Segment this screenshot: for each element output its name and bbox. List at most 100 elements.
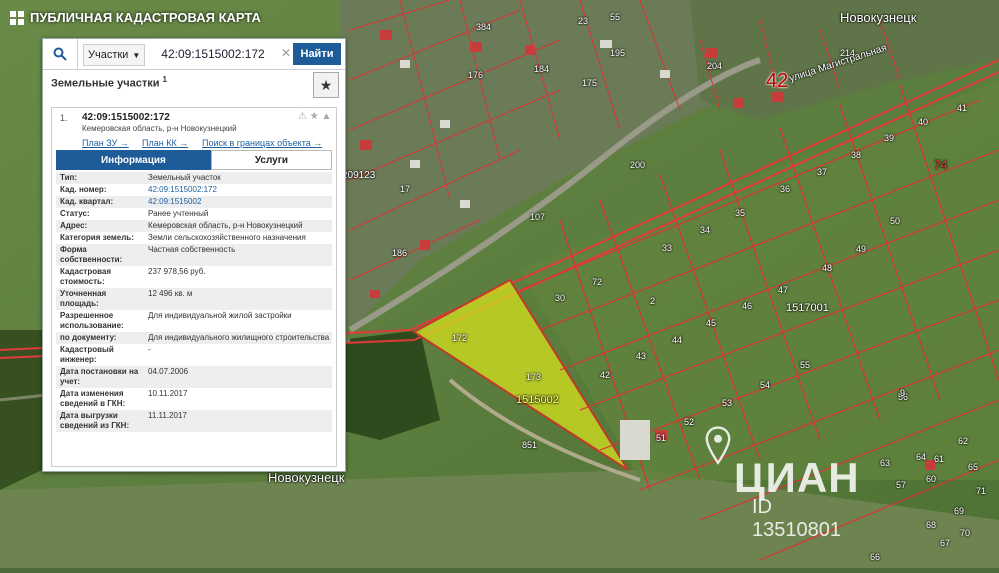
prop-value: Для индивидуальной жилой застройки	[148, 311, 292, 320]
prop-value[interactable]: 42:09:1515002:172	[144, 185, 332, 195]
parcel-label: 33	[662, 243, 673, 253]
properties-table: Тип: Земельный участок Кад. номер: 42:09:1…	[56, 172, 332, 432]
link-search-bounds[interactable]: Поиск в границах объекта →	[202, 138, 322, 148]
link-plan-kk[interactable]: План КК →	[142, 138, 188, 148]
parcel-label: 17	[400, 184, 411, 194]
item-number: 1.	[60, 113, 68, 123]
warning-icon[interactable]: ⚠	[298, 111, 307, 122]
parcel-label: 195	[610, 48, 626, 58]
parcel-label: 46	[742, 301, 753, 311]
prop-row: Кад. номер: 42:09:1515002:172	[56, 184, 332, 196]
prop-value: Земельный участок	[148, 173, 221, 182]
prop-key: Уточненная площадь:	[60, 289, 107, 308]
prop-row: Кадастровый инженер: -	[56, 344, 332, 366]
parcel-label: 74	[934, 158, 948, 172]
parcel-label: 851	[522, 440, 538, 450]
parcel-label: 172	[452, 333, 468, 343]
parcel-label: 214	[840, 48, 856, 58]
prop-row: Уточненная площадь: 12 496 кв. м	[56, 288, 332, 310]
prop-key: по документу:	[60, 333, 117, 342]
prop-row: Форма собственности: Частная собственност…	[56, 244, 332, 266]
parcel-label: 39	[884, 133, 895, 143]
parcel-label: 204	[707, 61, 723, 71]
close-icon[interactable]: ✕	[281, 46, 291, 60]
city-label-bottom: Новокузнецк	[268, 470, 345, 485]
prop-key: Дата постановки на учет:	[60, 367, 139, 386]
parcel-label: 23	[578, 16, 589, 26]
star-icon[interactable]: ★	[310, 111, 319, 122]
city-label-top: Новокузнецк	[840, 10, 917, 25]
search-type-label: Участки	[88, 49, 129, 61]
block-label-1515002: 1515002	[516, 394, 559, 406]
parcel-label: 42	[600, 370, 611, 380]
prop-row: по документу: Для индивидуального жилищно…	[56, 332, 332, 344]
prop-key: Дата изменения сведений в ГКН:	[60, 389, 126, 408]
item-icons: ⚠ ★ ▲	[298, 111, 331, 122]
watermark-id: ID 13510801	[752, 496, 841, 541]
section-title-text: Земельные участки	[51, 77, 160, 90]
search-input[interactable]: 42:09:1515002:172	[143, 43, 283, 65]
parcel-label: 64	[916, 452, 927, 462]
item-title[interactable]: 42:09:1515002:172	[82, 112, 170, 123]
favorite-button[interactable]: ★	[313, 72, 339, 98]
prop-row: Адрес: Кемеровская область, р-н Новокузне…	[56, 220, 332, 232]
parcel-label: 67	[940, 538, 951, 548]
search-type-select[interactable]: Участки ▼	[83, 44, 146, 66]
parcel-label: 36	[780, 184, 791, 194]
parcel-label: 44	[672, 335, 683, 345]
parcel-label: 40	[918, 117, 929, 127]
prop-value[interactable]: 42:09:1515002	[144, 197, 332, 207]
grid-icon	[10, 10, 24, 25]
parcel-label: 68	[926, 520, 937, 530]
parcel-label: 184	[534, 64, 550, 74]
link-plan-zu[interactable]: План ЗУ →	[82, 138, 129, 148]
parcel-label: 66	[870, 552, 881, 562]
parcel-label: 186	[392, 248, 408, 258]
chevron-up-icon[interactable]: ▲	[322, 111, 332, 122]
info-panel: Участки ▼ 42:09:1515002:172 ✕ Найти Земе…	[42, 38, 346, 472]
prop-row: Категория земель: Земли сельскохозяйствен…	[56, 232, 332, 244]
prop-value: Кемеровская область, р-н Новокузнецкий	[148, 221, 303, 230]
parcel-label: 65	[968, 462, 979, 472]
find-button[interactable]: Найти	[293, 43, 341, 65]
parcel-label: 63	[880, 458, 891, 468]
parcel-label: 45	[706, 318, 717, 328]
parcel-label: 173	[526, 372, 542, 382]
parcel-label: 55	[800, 360, 811, 370]
section-count: 1	[162, 75, 167, 84]
prop-row: Кад. квартал: 42:09:1515002	[56, 196, 332, 208]
app-header[interactable]: ПУБЛИЧНАЯ КАДАСТРОВАЯ КАРТА	[10, 10, 261, 25]
parcel-label: 35	[735, 208, 746, 218]
parcel-label: 51	[656, 433, 667, 443]
parcel-label: 48	[822, 263, 833, 273]
parcel-label: 176	[468, 70, 484, 80]
block-label-1517001: 1517001	[786, 302, 829, 314]
parcel-label: 200	[630, 160, 646, 170]
watermark-brand: ЦИАН	[734, 454, 860, 501]
search-button[interactable]	[43, 39, 78, 69]
prop-value: 10.11.2017	[148, 389, 188, 398]
parcel-label: 62	[958, 436, 969, 446]
parcel-label: 30	[555, 293, 566, 303]
prop-value: Частная собственность	[148, 245, 236, 254]
prop-row: Кадастровая стоимость: 237 978,56 руб.	[56, 266, 332, 288]
search-icon	[53, 47, 67, 61]
tab-services[interactable]: Услуги	[210, 150, 332, 170]
search-bar: Участки ▼ 42:09:1515002:172 ✕ Найти	[43, 39, 345, 70]
parcel-label: 57	[896, 480, 907, 490]
prop-value: 04.07.2006	[148, 367, 189, 376]
prop-key: Кадастровый инженер:	[60, 345, 114, 364]
prop-row: Дата постановки на учет: 04.07.2006	[56, 366, 332, 388]
parcel-label: 70	[960, 528, 971, 538]
prop-key: Адрес:	[60, 221, 88, 230]
prop-row: Дата изменения сведений в ГКН: 10.11.2017	[56, 388, 332, 410]
prop-row: Тип: Земельный участок	[56, 172, 332, 184]
prop-key: Категория земель:	[60, 233, 134, 242]
prop-key: Кад. квартал:	[60, 197, 114, 206]
tab-info[interactable]: Информация	[56, 150, 211, 170]
parcel-label: 2	[650, 296, 656, 306]
chevron-down-icon: ▼	[132, 50, 141, 60]
prop-row: Статус: Ранее учтенный	[56, 208, 332, 220]
parcel-label: 384	[476, 22, 492, 32]
parcel-label: 54	[760, 380, 771, 390]
